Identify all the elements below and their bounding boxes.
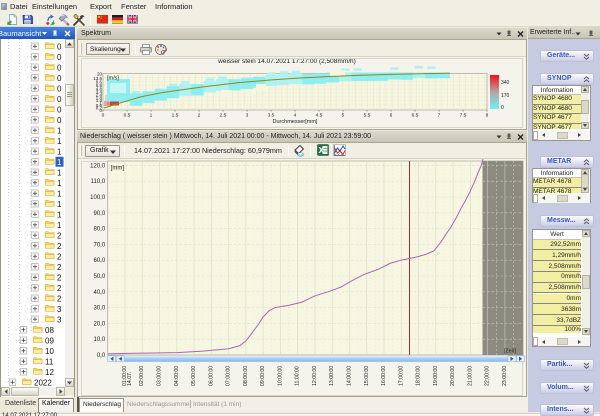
svg-text:06:00:00: 06:00:00 xyxy=(208,366,214,386)
svg-text:110,0: 110,0 xyxy=(91,179,106,185)
svg-text:[m/s]: [m/s] xyxy=(107,76,119,82)
svg-text:10:00:00: 10:00:00 xyxy=(277,366,283,386)
svg-text:0.5: 0.5 xyxy=(124,113,131,119)
svg-text:70,0: 70,0 xyxy=(94,242,106,248)
svg-text:09:00:00: 09:00:00 xyxy=(260,366,266,386)
svg-text:10: 10 xyxy=(45,347,54,356)
svg-text:50,0: 50,0 xyxy=(94,274,106,280)
svg-text:12:00:00: 12:00:00 xyxy=(312,366,318,386)
svg-text:12: 12 xyxy=(45,368,54,377)
svg-text:[mm]: [mm] xyxy=(111,166,125,172)
svg-text:2: 2 xyxy=(198,113,201,119)
svg-text:18:00:00: 18:00:00 xyxy=(416,366,422,386)
svg-text:19:00:00: 19:00:00 xyxy=(433,366,439,386)
svg-text:03:00:00: 03:00:00 xyxy=(157,366,163,386)
svg-text:07:00:00: 07:00:00 xyxy=(226,366,232,386)
svg-text:8: 8 xyxy=(486,113,489,119)
svg-text:08:00:00: 08:00:00 xyxy=(243,366,249,386)
svg-text:30,0: 30,0 xyxy=(94,306,106,312)
svg-text:340: 340 xyxy=(501,80,510,86)
svg-text:0: 0 xyxy=(57,116,62,125)
svg-text:09: 09 xyxy=(45,336,54,345)
svg-text:0: 0 xyxy=(99,108,102,113)
svg-text:11:00:00: 11:00:00 xyxy=(295,366,301,386)
svg-text:1: 1 xyxy=(57,158,62,167)
svg-text:120,0: 120,0 xyxy=(90,163,106,169)
svg-text:23:00:00: 23:00:00 xyxy=(502,366,508,386)
svg-text:20,0: 20,0 xyxy=(94,321,106,327)
svg-text:170: 170 xyxy=(501,93,510,99)
svg-text:0: 0 xyxy=(57,42,62,51)
svg-text:1: 1 xyxy=(57,147,62,156)
svg-text:22:00:00: 22:00:00 xyxy=(485,366,491,386)
svg-text:4: 4 xyxy=(294,113,297,119)
svg-text:60,0: 60,0 xyxy=(94,258,106,264)
svg-text:2: 2 xyxy=(57,273,62,282)
svg-text:04:00:00: 04:00:00 xyxy=(174,366,180,386)
svg-text:3: 3 xyxy=(57,305,62,314)
svg-text:0: 0 xyxy=(57,95,62,104)
svg-text:2: 2 xyxy=(57,231,62,240)
svg-text:2: 2 xyxy=(57,252,62,261)
svg-text:1: 1 xyxy=(57,168,62,177)
svg-text:16:00:00: 16:00:00 xyxy=(381,366,387,386)
svg-text:0: 0 xyxy=(57,84,62,93)
svg-text:7: 7 xyxy=(438,113,441,119)
svg-text:0: 0 xyxy=(501,105,504,111)
svg-text:0: 0 xyxy=(57,74,62,83)
svg-text:1: 1 xyxy=(57,137,62,146)
svg-text:20:00:00: 20:00:00 xyxy=(450,366,456,386)
svg-text:6: 6 xyxy=(390,113,393,119)
svg-text:4.5: 4.5 xyxy=(316,113,323,119)
svg-text:1: 1 xyxy=(150,113,153,119)
svg-text:5.5: 5.5 xyxy=(364,113,371,119)
svg-text:11: 11 xyxy=(45,357,54,366)
svg-text:80,0: 80,0 xyxy=(94,227,106,233)
svg-text:21:00:00: 21:00:00 xyxy=(467,366,473,386)
svg-text:2022: 2022 xyxy=(34,378,52,387)
svg-text:08: 08 xyxy=(45,326,54,335)
svg-text:2: 2 xyxy=(57,242,62,251)
svg-text:17:00:00: 17:00:00 xyxy=(398,366,404,386)
svg-text:[Zeit]: [Zeit] xyxy=(504,349,517,355)
svg-text:6.5: 6.5 xyxy=(412,113,419,119)
svg-text:1.5: 1.5 xyxy=(172,113,179,119)
svg-text:05:00:00: 05:00:00 xyxy=(191,366,197,386)
svg-text:3: 3 xyxy=(57,315,62,324)
svg-text:10,0: 10,0 xyxy=(94,337,106,343)
svg-text:3.5: 3.5 xyxy=(268,113,275,119)
svg-text:1: 1 xyxy=(57,126,62,135)
svg-text:2.5: 2.5 xyxy=(220,113,227,119)
svg-text:13:00:00: 13:00:00 xyxy=(329,366,335,386)
svg-text:0: 0 xyxy=(57,105,62,114)
svg-text:90,0: 90,0 xyxy=(94,211,106,217)
svg-text:Durchmesser[mm]: Durchmesser[mm] xyxy=(273,119,318,125)
svg-text:2: 2 xyxy=(57,263,62,272)
svg-text:1: 1 xyxy=(57,200,62,209)
svg-text:1: 1 xyxy=(57,189,62,198)
svg-text:7.5: 7.5 xyxy=(460,113,467,119)
svg-text:02:00:00: 02:00:00 xyxy=(139,366,145,386)
svg-text:0,0: 0,0 xyxy=(97,353,106,359)
svg-text:15:00:00: 15:00:00 xyxy=(364,366,370,386)
svg-text:0: 0 xyxy=(102,113,105,119)
svg-text:5: 5 xyxy=(342,113,345,119)
svg-text:1: 1 xyxy=(57,179,62,188)
svg-text:0: 0 xyxy=(57,53,62,62)
svg-text:2: 2 xyxy=(57,294,62,303)
svg-text:40,0: 40,0 xyxy=(94,290,106,296)
svg-text:3: 3 xyxy=(246,113,249,119)
svg-text:100,0: 100,0 xyxy=(90,195,106,201)
svg-text:1: 1 xyxy=(57,221,62,230)
svg-text:1: 1 xyxy=(57,210,62,219)
svg-text:14:00:00: 14:00:00 xyxy=(347,366,353,386)
svg-text:2: 2 xyxy=(57,284,62,293)
svg-text:14.07.: 14.07. xyxy=(127,372,133,386)
svg-text:0: 0 xyxy=(57,63,62,72)
